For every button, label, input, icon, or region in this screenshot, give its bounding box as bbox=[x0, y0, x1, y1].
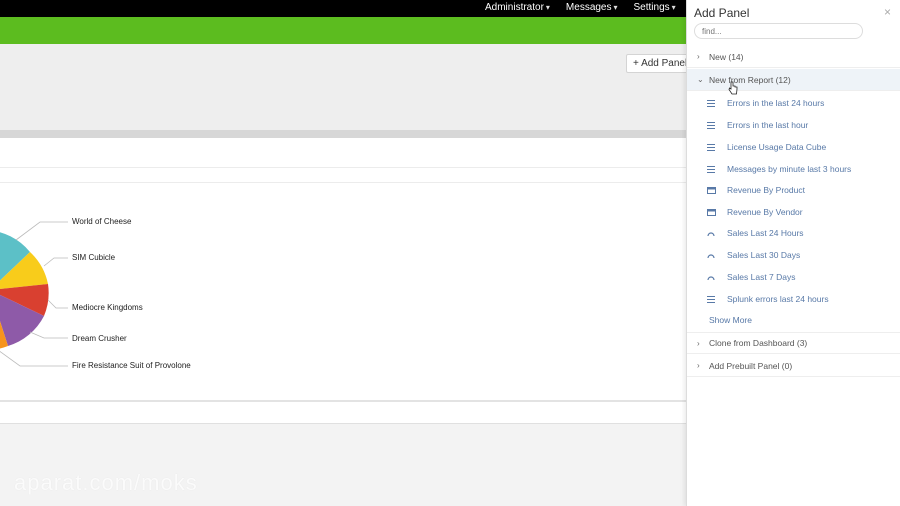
table-icon bbox=[707, 186, 727, 194]
chevron-right-icon: › bbox=[697, 338, 700, 348]
report-item[interactable]: Revenue By Vendor bbox=[687, 201, 900, 223]
report-item-label: Messages by minute last 3 hours bbox=[727, 164, 852, 174]
chevron-down-icon: ▾ bbox=[613, 3, 618, 12]
add-panel-button-label: + Add Panel bbox=[633, 58, 688, 69]
messages-menu-label: Messages bbox=[565, 2, 612, 13]
group-add-prebuilt-panel[interactable]: › Add Prebuilt Panel (0) bbox=[687, 355, 900, 377]
leader-line-sim-cubicle bbox=[43, 257, 68, 267]
report-item[interactable]: Sales Last 7 Days bbox=[687, 266, 900, 288]
report-item-label: Sales Last 30 Days bbox=[727, 250, 801, 260]
group-clone-from-dashboard[interactable]: › Clone from Dashboard (3) bbox=[687, 332, 900, 354]
messages-menu[interactable]: Messages ▾ bbox=[566, 2, 618, 13]
leader-line-dream-crusher bbox=[29, 331, 68, 339]
pie-label: World of Cheese bbox=[72, 217, 132, 226]
settings-menu[interactable]: Settings ▾ bbox=[634, 2, 676, 13]
settings-menu-label: Settings bbox=[633, 2, 670, 13]
chevron-right-icon: › bbox=[697, 361, 700, 370]
report-item-label: Revenue By Vendor bbox=[727, 207, 803, 217]
group-label: New from Report (12) bbox=[709, 74, 791, 85]
list-icon bbox=[707, 295, 727, 303]
report-item-label: Sales Last 24 Hours bbox=[727, 228, 804, 238]
pie-label: Fire Resistance Suit of Provolone bbox=[72, 361, 191, 370]
list-icon bbox=[707, 99, 727, 107]
report-item[interactable]: Messages by minute last 3 hours bbox=[687, 158, 900, 180]
watermark: aparat.com/moks bbox=[14, 470, 198, 495]
chevron-down-icon: ▾ bbox=[545, 3, 550, 12]
report-item-label: Errors in the last hour bbox=[727, 120, 809, 130]
chevron-down-icon: ⌄ bbox=[697, 75, 704, 84]
report-item[interactable]: Revenue By Product bbox=[687, 179, 900, 201]
add-panel-sidebar: Add Panel × › New (14) ⌄ New from Report… bbox=[686, 0, 900, 506]
panel-divider bbox=[0, 182, 686, 183]
group-label: Add Prebuilt Panel (0) bbox=[709, 360, 793, 371]
pie-label: SIM Cubicle bbox=[72, 253, 116, 262]
gauge-icon bbox=[707, 274, 727, 280]
report-item-label: Errors in the last 24 hours bbox=[727, 98, 825, 108]
list-icon bbox=[707, 165, 727, 173]
report-item[interactable]: License Usage Data Cube bbox=[687, 136, 900, 158]
panel-divider bbox=[0, 167, 686, 168]
show-more-link[interactable]: Show More bbox=[709, 315, 752, 325]
group-label: New (14) bbox=[709, 51, 744, 62]
hand-cursor-icon bbox=[728, 81, 738, 95]
table-icon bbox=[707, 208, 727, 216]
add-panel-button[interactable]: + Add Panel bbox=[626, 54, 695, 73]
gauge-icon bbox=[707, 230, 727, 236]
panel-divider bbox=[0, 400, 686, 402]
group-label: Clone from Dashboard (3) bbox=[709, 338, 808, 348]
report-item-label: Splunk errors last 24 hours bbox=[727, 294, 829, 304]
panel-divider bbox=[0, 130, 686, 138]
report-item[interactable]: Sales Last 24 Hours bbox=[687, 222, 900, 244]
pie-label: Mediocre Kingdoms bbox=[72, 303, 143, 312]
sidebar-title: Add Panel bbox=[694, 6, 750, 20]
close-icon[interactable]: × bbox=[884, 5, 891, 19]
report-item-label: Sales Last 7 Days bbox=[727, 272, 796, 282]
gauge-icon bbox=[707, 252, 727, 258]
pie-label: Dream Crusher bbox=[72, 334, 127, 343]
report-item[interactable]: Splunk errors last 24 hours bbox=[687, 288, 900, 310]
report-item[interactable]: Sales Last 30 Days bbox=[687, 244, 900, 266]
find-input[interactable] bbox=[694, 23, 863, 39]
administrator-menu-label: Administrator bbox=[485, 2, 544, 13]
list-icon bbox=[707, 121, 727, 129]
chevron-down-icon: ▾ bbox=[671, 3, 676, 12]
top-nav-menu: Administrator ▾ Messages ▾ Settings ▾ bbox=[485, 2, 676, 13]
report-item-label: License Usage Data Cube bbox=[727, 142, 827, 152]
leader-line-fire-resistance bbox=[0, 350, 68, 367]
group-new[interactable]: › New (14) bbox=[687, 46, 900, 68]
report-item-label: Revenue By Product bbox=[727, 185, 805, 195]
report-item[interactable]: Errors in the last hour bbox=[687, 114, 900, 136]
group-new-from-report[interactable]: ⌄ New from Report (12) bbox=[687, 69, 900, 91]
administrator-menu[interactable]: Administrator ▾ bbox=[485, 2, 550, 13]
report-item[interactable]: Errors in the last 24 hours bbox=[687, 92, 900, 114]
list-icon bbox=[707, 143, 727, 151]
pie-chart-panel: World of Cheese SIM Cubicle Mediocre Kin… bbox=[0, 190, 260, 390]
chevron-right-icon: › bbox=[697, 52, 700, 61]
leader-line-mediocre-kingdoms bbox=[47, 299, 68, 309]
leader-line-world-of-cheese bbox=[15, 221, 68, 241]
